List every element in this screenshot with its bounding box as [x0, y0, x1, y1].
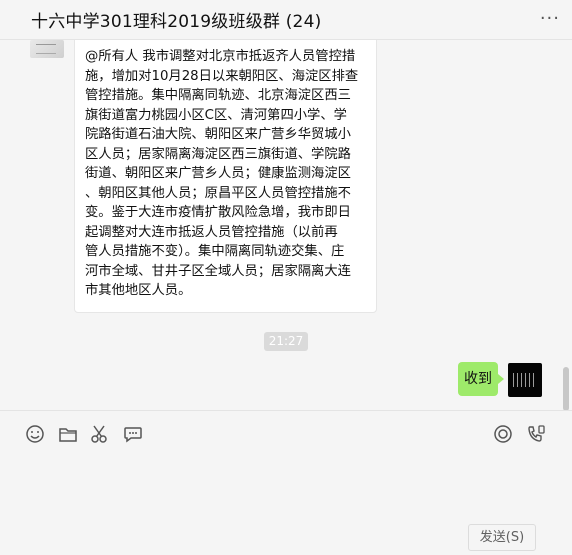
- incoming-message-bubble[interactable]: @所有人 我市调整对北京市抵返齐人员管控措 施，增加对10月28日以来朝阳区、海…: [74, 40, 377, 313]
- scissors-icon[interactable]: [89, 423, 111, 445]
- message-list[interactable]: @所有人 我市调整对北京市抵返齐人员管控措 施，增加对10月28日以来朝阳区、海…: [0, 40, 572, 410]
- phone-icon[interactable]: [525, 423, 547, 445]
- chat-header: 十六中学301理科2019级班级群 (24) ···: [0, 0, 572, 40]
- send-button[interactable]: 发送(S): [468, 524, 536, 551]
- outgoing-message-text: 收到: [464, 371, 492, 387]
- chat-bubble-icon[interactable]: [122, 423, 144, 445]
- message-timestamp: 21:27: [264, 332, 308, 351]
- outgoing-message-bubble[interactable]: 收到: [458, 362, 504, 396]
- my-avatar[interactable]: [508, 363, 542, 397]
- live-icon[interactable]: [492, 423, 514, 445]
- chat-scrollbar[interactable]: [563, 367, 569, 410]
- chat-title: 十六中学301理科2019级班级群 (24): [31, 12, 322, 32]
- more-options-icon[interactable]: ···: [540, 8, 560, 29]
- sender-avatar[interactable]: [30, 40, 64, 58]
- message-composer[interactable]: 发送(S): [0, 410, 572, 555]
- incoming-message-text: @所有人 我市调整对北京市抵返齐人员管控措 施，增加对10月28日以来朝阳区、海…: [85, 49, 359, 298]
- folder-icon[interactable]: [57, 423, 79, 445]
- emoji-icon[interactable]: [24, 423, 46, 445]
